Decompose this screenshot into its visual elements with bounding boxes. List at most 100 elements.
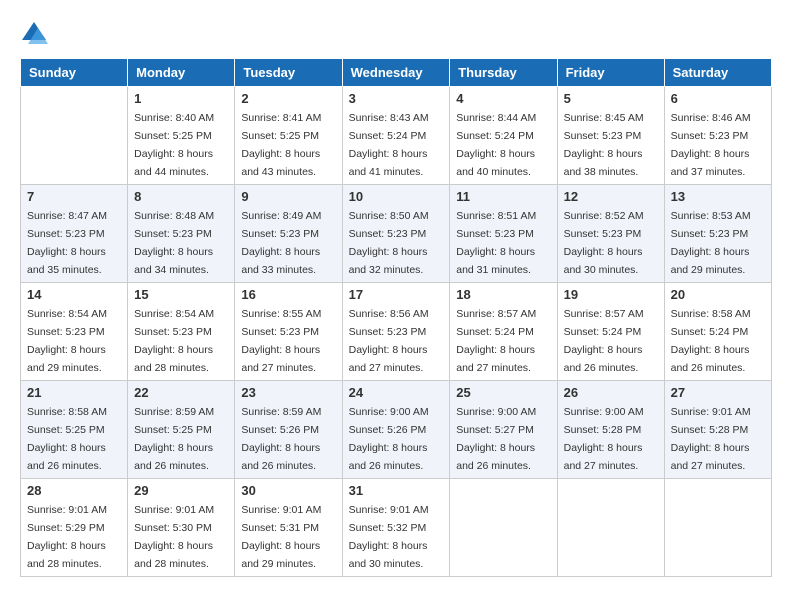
day-number: 5 <box>564 91 658 106</box>
day-info: Sunrise: 9:01 AMSunset: 5:28 PMDaylight:… <box>671 406 751 472</box>
calendar-cell: 1 Sunrise: 8:40 AMSunset: 5:25 PMDayligh… <box>128 87 235 185</box>
calendar-cell <box>664 479 771 577</box>
day-number: 14 <box>27 287 121 302</box>
day-header-tuesday: Tuesday <box>235 59 342 87</box>
day-number: 27 <box>671 385 765 400</box>
calendar-cell: 13 Sunrise: 8:53 AMSunset: 5:23 PMDaylig… <box>664 185 771 283</box>
day-number: 17 <box>349 287 444 302</box>
calendar-cell: 6 Sunrise: 8:46 AMSunset: 5:23 PMDayligh… <box>664 87 771 185</box>
calendar-cell: 18 Sunrise: 8:57 AMSunset: 5:24 PMDaylig… <box>450 283 557 381</box>
day-info: Sunrise: 9:00 AMSunset: 5:28 PMDaylight:… <box>564 406 644 472</box>
day-number: 24 <box>349 385 444 400</box>
day-info: Sunrise: 8:41 AMSunset: 5:25 PMDaylight:… <box>241 112 321 178</box>
calendar-cell: 15 Sunrise: 8:54 AMSunset: 5:23 PMDaylig… <box>128 283 235 381</box>
day-info: Sunrise: 8:59 AMSunset: 5:26 PMDaylight:… <box>241 406 321 472</box>
day-header-thursday: Thursday <box>450 59 557 87</box>
calendar-cell: 12 Sunrise: 8:52 AMSunset: 5:23 PMDaylig… <box>557 185 664 283</box>
day-info: Sunrise: 9:01 AMSunset: 5:31 PMDaylight:… <box>241 504 321 570</box>
day-number: 29 <box>134 483 228 498</box>
calendar-cell: 27 Sunrise: 9:01 AMSunset: 5:28 PMDaylig… <box>664 381 771 479</box>
day-number: 6 <box>671 91 765 106</box>
calendar-cell: 28 Sunrise: 9:01 AMSunset: 5:29 PMDaylig… <box>21 479 128 577</box>
day-number: 26 <box>564 385 658 400</box>
day-number: 19 <box>564 287 658 302</box>
day-number: 10 <box>349 189 444 204</box>
calendar-cell: 17 Sunrise: 8:56 AMSunset: 5:23 PMDaylig… <box>342 283 450 381</box>
calendar-cell: 9 Sunrise: 8:49 AMSunset: 5:23 PMDayligh… <box>235 185 342 283</box>
day-info: Sunrise: 9:01 AMSunset: 5:30 PMDaylight:… <box>134 504 214 570</box>
day-info: Sunrise: 8:44 AMSunset: 5:24 PMDaylight:… <box>456 112 536 178</box>
day-info: Sunrise: 8:51 AMSunset: 5:23 PMDaylight:… <box>456 210 536 276</box>
day-info: Sunrise: 8:52 AMSunset: 5:23 PMDaylight:… <box>564 210 644 276</box>
calendar-week-row: 14 Sunrise: 8:54 AMSunset: 5:23 PMDaylig… <box>21 283 772 381</box>
day-header-friday: Friday <box>557 59 664 87</box>
day-number: 20 <box>671 287 765 302</box>
day-info: Sunrise: 8:53 AMSunset: 5:23 PMDaylight:… <box>671 210 751 276</box>
calendar-week-row: 1 Sunrise: 8:40 AMSunset: 5:25 PMDayligh… <box>21 87 772 185</box>
day-info: Sunrise: 8:59 AMSunset: 5:25 PMDaylight:… <box>134 406 214 472</box>
calendar-cell: 30 Sunrise: 9:01 AMSunset: 5:31 PMDaylig… <box>235 479 342 577</box>
calendar-cell: 16 Sunrise: 8:55 AMSunset: 5:23 PMDaylig… <box>235 283 342 381</box>
calendar-cell <box>450 479 557 577</box>
day-number: 18 <box>456 287 550 302</box>
day-info: Sunrise: 8:57 AMSunset: 5:24 PMDaylight:… <box>564 308 644 374</box>
day-number: 8 <box>134 189 228 204</box>
calendar-cell <box>21 87 128 185</box>
day-info: Sunrise: 8:55 AMSunset: 5:23 PMDaylight:… <box>241 308 321 374</box>
calendar-cell: 26 Sunrise: 9:00 AMSunset: 5:28 PMDaylig… <box>557 381 664 479</box>
day-info: Sunrise: 8:58 AMSunset: 5:25 PMDaylight:… <box>27 406 107 472</box>
calendar-cell: 19 Sunrise: 8:57 AMSunset: 5:24 PMDaylig… <box>557 283 664 381</box>
day-number: 15 <box>134 287 228 302</box>
day-header-wednesday: Wednesday <box>342 59 450 87</box>
day-number: 3 <box>349 91 444 106</box>
calendar-cell: 23 Sunrise: 8:59 AMSunset: 5:26 PMDaylig… <box>235 381 342 479</box>
day-number: 23 <box>241 385 335 400</box>
calendar-cell: 29 Sunrise: 9:01 AMSunset: 5:30 PMDaylig… <box>128 479 235 577</box>
day-info: Sunrise: 8:45 AMSunset: 5:23 PMDaylight:… <box>564 112 644 178</box>
day-header-monday: Monday <box>128 59 235 87</box>
calendar-cell: 21 Sunrise: 8:58 AMSunset: 5:25 PMDaylig… <box>21 381 128 479</box>
day-info: Sunrise: 8:54 AMSunset: 5:23 PMDaylight:… <box>27 308 107 374</box>
day-info: Sunrise: 8:50 AMSunset: 5:23 PMDaylight:… <box>349 210 429 276</box>
calendar-cell: 3 Sunrise: 8:43 AMSunset: 5:24 PMDayligh… <box>342 87 450 185</box>
day-number: 13 <box>671 189 765 204</box>
day-info: Sunrise: 8:47 AMSunset: 5:23 PMDaylight:… <box>27 210 107 276</box>
day-header-sunday: Sunday <box>21 59 128 87</box>
logo-icon <box>20 20 48 48</box>
day-number: 7 <box>27 189 121 204</box>
day-number: 12 <box>564 189 658 204</box>
day-number: 1 <box>134 91 228 106</box>
calendar-cell: 2 Sunrise: 8:41 AMSunset: 5:25 PMDayligh… <box>235 87 342 185</box>
day-number: 4 <box>456 91 550 106</box>
calendar-cell: 25 Sunrise: 9:00 AMSunset: 5:27 PMDaylig… <box>450 381 557 479</box>
calendar-cell: 24 Sunrise: 9:00 AMSunset: 5:26 PMDaylig… <box>342 381 450 479</box>
calendar-cell: 14 Sunrise: 8:54 AMSunset: 5:23 PMDaylig… <box>21 283 128 381</box>
day-number: 16 <box>241 287 335 302</box>
calendar-cell <box>557 479 664 577</box>
day-number: 22 <box>134 385 228 400</box>
day-info: Sunrise: 8:58 AMSunset: 5:24 PMDaylight:… <box>671 308 751 374</box>
day-info: Sunrise: 8:43 AMSunset: 5:24 PMDaylight:… <box>349 112 429 178</box>
day-info: Sunrise: 9:00 AMSunset: 5:26 PMDaylight:… <box>349 406 429 472</box>
calendar-week-row: 28 Sunrise: 9:01 AMSunset: 5:29 PMDaylig… <box>21 479 772 577</box>
day-info: Sunrise: 8:46 AMSunset: 5:23 PMDaylight:… <box>671 112 751 178</box>
calendar-week-row: 21 Sunrise: 8:58 AMSunset: 5:25 PMDaylig… <box>21 381 772 479</box>
day-number: 21 <box>27 385 121 400</box>
day-number: 30 <box>241 483 335 498</box>
day-info: Sunrise: 9:00 AMSunset: 5:27 PMDaylight:… <box>456 406 536 472</box>
page-header <box>20 20 772 48</box>
day-number: 25 <box>456 385 550 400</box>
day-info: Sunrise: 8:49 AMSunset: 5:23 PMDaylight:… <box>241 210 321 276</box>
day-info: Sunrise: 8:48 AMSunset: 5:23 PMDaylight:… <box>134 210 214 276</box>
calendar-cell: 10 Sunrise: 8:50 AMSunset: 5:23 PMDaylig… <box>342 185 450 283</box>
calendar-cell: 31 Sunrise: 9:01 AMSunset: 5:32 PMDaylig… <box>342 479 450 577</box>
day-number: 2 <box>241 91 335 106</box>
day-info: Sunrise: 9:01 AMSunset: 5:29 PMDaylight:… <box>27 504 107 570</box>
day-info: Sunrise: 8:56 AMSunset: 5:23 PMDaylight:… <box>349 308 429 374</box>
calendar-header-row: SundayMondayTuesdayWednesdayThursdayFrid… <box>21 59 772 87</box>
day-number: 11 <box>456 189 550 204</box>
calendar-table: SundayMondayTuesdayWednesdayThursdayFrid… <box>20 58 772 577</box>
day-number: 28 <box>27 483 121 498</box>
day-number: 31 <box>349 483 444 498</box>
day-header-saturday: Saturday <box>664 59 771 87</box>
